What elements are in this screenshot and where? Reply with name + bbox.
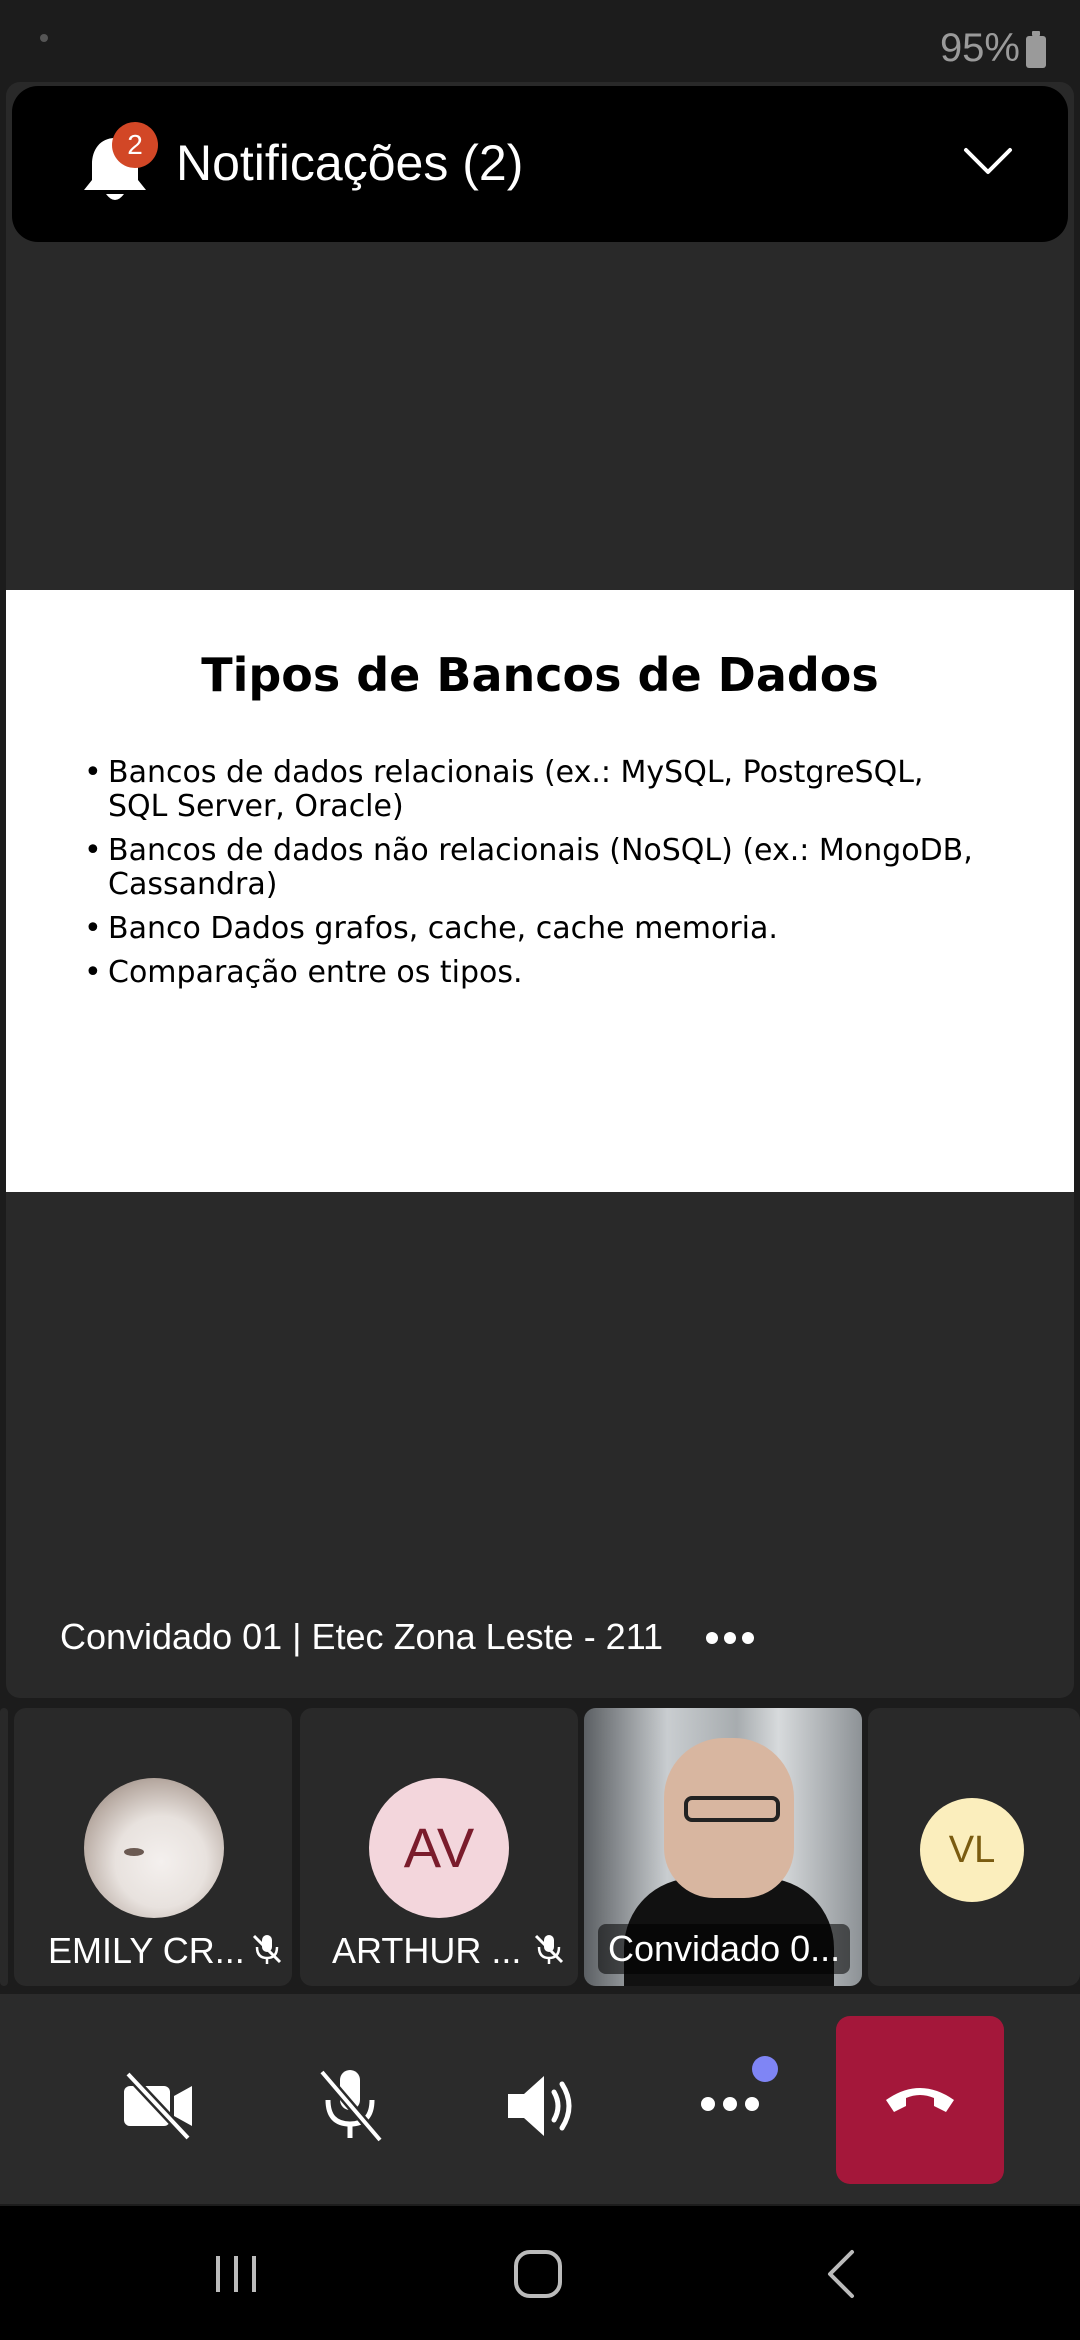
camera-dot	[40, 34, 48, 42]
call-controls	[0, 1994, 1080, 2204]
battery-icon	[1026, 31, 1046, 68]
mic-off-icon	[534, 1934, 564, 1964]
speaker-icon[interactable]	[490, 2054, 590, 2154]
chevron-down-icon[interactable]	[960, 142, 1016, 182]
participant-tile-emily[interactable]: EMILY CR...	[14, 1708, 292, 1986]
participant-name: ARTHUR ...	[332, 1930, 522, 1971]
avatar: VL	[920, 1798, 1024, 1902]
system-nav-bar	[0, 2206, 1080, 2340]
shared-slide: Tipos de Bancos de Dados Bancos de dados…	[6, 590, 1074, 1192]
avatar: AV	[369, 1778, 509, 1918]
battery-percentage: 95%	[939, 26, 1020, 70]
participant-tile-vl[interactable]: VL	[868, 1708, 1080, 1986]
notification-dot	[752, 2056, 778, 2082]
home-icon[interactable]	[508, 2246, 568, 2302]
slide-title: Tipos de Bancos de Dados	[201, 648, 879, 702]
back-icon[interactable]	[812, 2246, 872, 2302]
notification-count-badge: 2	[112, 122, 158, 168]
notifications-banner[interactable]: 2 Notificações (2)	[12, 86, 1068, 242]
slide-bullet: Bancos de dados não relacionais (NoSQL) …	[84, 834, 984, 902]
mic-off-icon[interactable]	[300, 2054, 400, 2154]
participant-tile-video[interactable]: Convidado 0...	[584, 1708, 862, 1986]
participant-name: Convidado 0...	[598, 1924, 851, 1974]
presenter-name: Convidado 01 | Etec Zona Leste - 211	[60, 1616, 664, 1657]
more-options-icon[interactable]	[704, 1630, 756, 1646]
avatar	[84, 1778, 224, 1918]
slide-bullet: Banco Dados grafos, cache, cache memoria…	[84, 912, 984, 947]
participant-tile-arthur[interactable]: AV ARTHUR ...	[300, 1708, 578, 1986]
notifications-title: Notificações (2)	[176, 135, 524, 191]
video-off-icon[interactable]	[108, 2054, 208, 2154]
slide-bullet: Bancos de dados relacionais (ex.: MySQL,…	[84, 756, 984, 824]
video-person-glasses	[684, 1796, 780, 1822]
mic-off-icon	[252, 1934, 282, 1964]
slide-bullets: Bancos de dados relacionais (ex.: MySQL,…	[84, 756, 984, 1000]
hang-up-button[interactable]	[836, 2016, 1004, 2184]
phone-hangup-icon	[886, 2088, 954, 2112]
recents-icon[interactable]	[206, 2246, 266, 2302]
participant-tile-partial[interactable]	[0, 1708, 8, 1986]
slide-bullet: Comparação entre os tipos.	[84, 956, 984, 991]
status-bar: 95%	[0, 0, 1080, 82]
participant-name: EMILY CR...	[48, 1930, 245, 1971]
